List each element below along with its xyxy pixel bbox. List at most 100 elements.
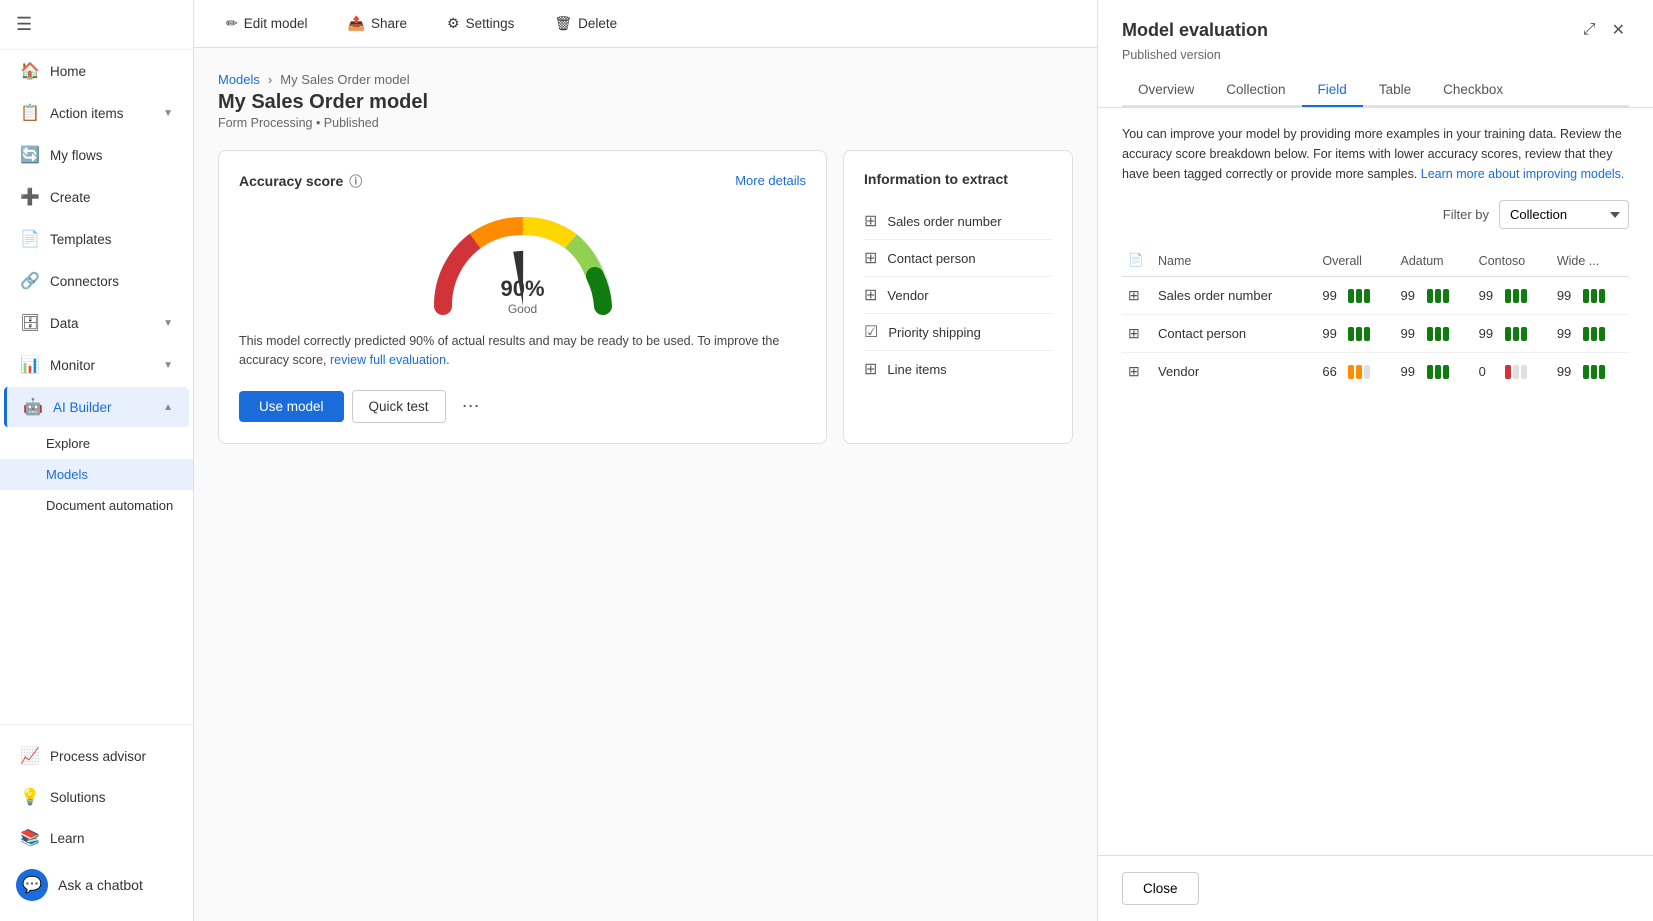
- sidebar-item-ai-builder[interactable]: 🤖 AI Builder ▲: [4, 387, 189, 427]
- table-field-icon: ⊞: [864, 285, 877, 305]
- sidebar-item-action-items[interactable]: 📋 Action items ▼: [4, 93, 189, 133]
- name-cell: Sales order number: [1152, 277, 1316, 315]
- sidebar-item-doc-automation[interactable]: Document automation: [0, 490, 193, 521]
- bar: [1505, 289, 1511, 303]
- connectors-icon: 🔗: [20, 271, 40, 291]
- content-grid: Accuracy score ⓘ More details: [218, 150, 1073, 444]
- eval-tabs: Overview Collection Field Table Checkbox: [1122, 74, 1629, 107]
- page-subtitle: Form Processing • Published: [218, 116, 1073, 130]
- filter-row: Filter by CollectionFieldAll: [1122, 200, 1629, 229]
- edit-model-button[interactable]: ✏ Edit model: [218, 11, 316, 36]
- quick-test-button[interactable]: Quick test: [352, 390, 446, 423]
- sidebar-item-solutions[interactable]: 💡 Solutions: [4, 777, 189, 817]
- share-button[interactable]: 📤 Share: [340, 11, 415, 36]
- tab-field[interactable]: Field: [1302, 74, 1363, 107]
- settings-button[interactable]: ⚙ Settings: [439, 11, 522, 36]
- page-body: Models › My Sales Order model My Sales O…: [194, 48, 1097, 921]
- bar: [1505, 327, 1511, 341]
- sidebar-item-home[interactable]: 🏠 Home: [4, 51, 189, 91]
- wide-bars: [1583, 327, 1605, 341]
- eval-title: Model evaluation: [1122, 20, 1268, 41]
- review-full-evaluation-link[interactable]: review full evaluation: [330, 353, 446, 367]
- sidebar-item-create[interactable]: ➕ Create: [4, 177, 189, 217]
- tab-checkbox[interactable]: Checkbox: [1427, 74, 1519, 107]
- overall-cell: 66: [1316, 353, 1394, 391]
- accuracy-percentage: 90%: [500, 276, 544, 302]
- filter-label: Filter by: [1443, 207, 1489, 222]
- name-cell: Vendor: [1152, 353, 1316, 391]
- chevron-down-icon: ▼: [163, 108, 173, 119]
- gauge-label: 90% Good: [500, 276, 544, 316]
- learn-icon: 📚: [20, 828, 40, 848]
- action-items-icon: 📋: [20, 103, 40, 123]
- bar: [1356, 327, 1362, 341]
- col-adatum: Adatum: [1395, 245, 1473, 277]
- edit-icon: ✏: [226, 15, 238, 32]
- name-cell: Contact person: [1152, 315, 1316, 353]
- accuracy-note: This model correctly predicted 90% of ac…: [239, 332, 806, 370]
- data-icon: 🗄: [20, 313, 40, 333]
- sidebar-item-my-flows[interactable]: 🔄 My flows: [4, 135, 189, 175]
- sidebar-item-explore[interactable]: Explore: [0, 428, 193, 459]
- learn-more-link[interactable]: Learn more about improving models.: [1421, 167, 1625, 181]
- eval-body: You can improve your model by providing …: [1098, 108, 1653, 855]
- adatum-cell: 99: [1395, 315, 1473, 353]
- sidebar: ☰ 🏠 Home 📋 Action items ▼ 🔄 My flows ➕ C…: [0, 0, 194, 921]
- page-title: My Sales Order model: [218, 91, 1073, 114]
- bar: [1591, 365, 1597, 379]
- use-model-button[interactable]: Use model: [239, 391, 344, 422]
- contoso-bars: [1505, 327, 1527, 341]
- accuracy-rating: Good: [500, 302, 544, 316]
- more-options-button[interactable]: ⋯: [454, 392, 488, 421]
- sidebar-item-learn[interactable]: 📚 Learn: [4, 818, 189, 858]
- more-details-link[interactable]: More details: [735, 173, 806, 188]
- share-icon: 📤: [348, 15, 365, 32]
- expand-button[interactable]: ⤢: [1579, 16, 1600, 44]
- col-name: Name: [1152, 245, 1316, 277]
- adatum-bars: [1427, 289, 1449, 303]
- hamburger-icon[interactable]: ☰: [16, 14, 32, 35]
- bar: [1591, 289, 1597, 303]
- close-button[interactable]: Close: [1122, 872, 1199, 905]
- tab-collection[interactable]: Collection: [1210, 74, 1301, 107]
- sidebar-item-models[interactable]: Models: [0, 459, 193, 490]
- eval-title-row: Model evaluation ⤢ ✕: [1122, 16, 1629, 44]
- info-item-contact-person: ⊞ Contact person: [864, 240, 1052, 277]
- delete-button[interactable]: 🗑 Delete: [546, 11, 625, 36]
- create-icon: ➕: [20, 187, 40, 207]
- bar: [1513, 365, 1519, 379]
- adatum-cell: 99: [1395, 277, 1473, 315]
- col-overall: Overall: [1316, 245, 1394, 277]
- bar: [1364, 365, 1370, 379]
- bar: [1599, 289, 1605, 303]
- eval-actions: ⤢ ✕: [1579, 16, 1629, 44]
- table-row: ⊞ Contact person 99: [1122, 315, 1629, 353]
- breadcrumb-parent[interactable]: Models: [218, 72, 260, 87]
- breadcrumb-current: My Sales Order model: [280, 72, 409, 87]
- chatbot-button[interactable]: 💬 Ask a chatbot: [0, 859, 193, 911]
- chevron-up-icon: ▲: [163, 402, 173, 413]
- sidebar-item-data[interactable]: 🗄 Data ▼: [4, 303, 189, 343]
- bar: [1505, 365, 1511, 379]
- bar: [1356, 365, 1362, 379]
- eval-footer: Close: [1098, 855, 1653, 921]
- info-icon: ⓘ: [349, 171, 362, 190]
- main-content: ✏ Edit model 📤 Share ⚙ Settings 🗑 Delete…: [194, 0, 1097, 921]
- sidebar-item-monitor[interactable]: 📊 Monitor ▼: [4, 345, 189, 385]
- chevron-down-icon: ▼: [163, 318, 173, 329]
- collection-filter-select[interactable]: CollectionFieldAll: [1499, 200, 1629, 229]
- row-icon-cell: ⊞: [1122, 353, 1152, 391]
- solutions-icon: 💡: [20, 787, 40, 807]
- overall-cell: 99: [1316, 277, 1394, 315]
- sidebar-item-connectors[interactable]: 🔗 Connectors: [4, 261, 189, 301]
- flows-icon: 🔄: [20, 145, 40, 165]
- bar: [1513, 327, 1519, 341]
- close-panel-button[interactable]: ✕: [1608, 16, 1629, 44]
- adatum-bars: [1427, 365, 1449, 379]
- sidebar-item-process-advisor[interactable]: 📈 Process advisor: [4, 736, 189, 776]
- breadcrumb: Models › My Sales Order model: [218, 72, 1073, 87]
- sidebar-item-templates[interactable]: 📄 Templates: [4, 219, 189, 259]
- tab-table[interactable]: Table: [1363, 74, 1427, 107]
- contoso-cell: 99: [1473, 277, 1551, 315]
- tab-overview[interactable]: Overview: [1122, 74, 1210, 107]
